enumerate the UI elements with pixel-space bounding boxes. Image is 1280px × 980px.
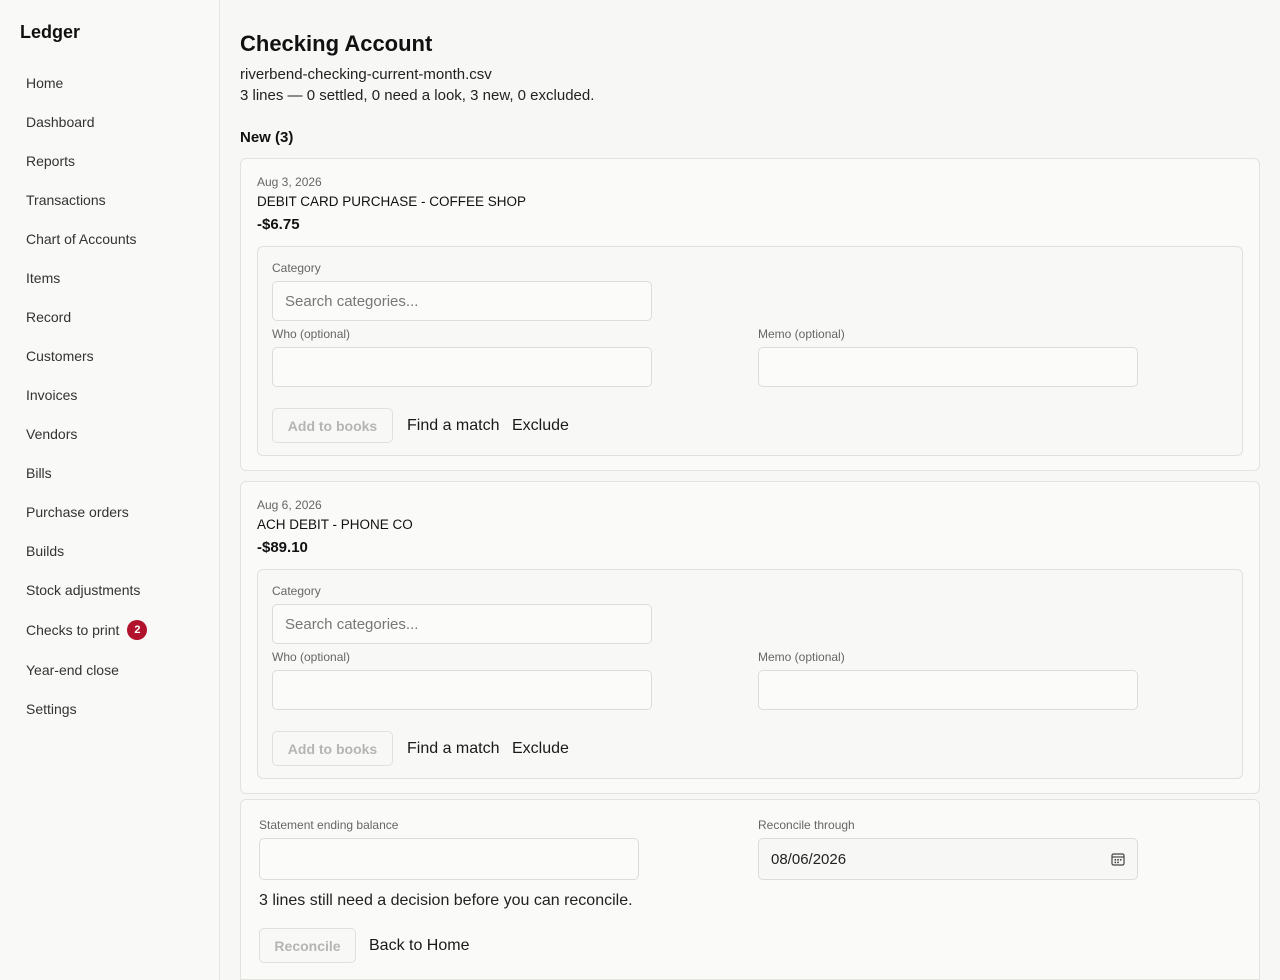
sidebar-item-customers[interactable]: Customers [0,336,219,375]
sidebar-item-items[interactable]: Items [0,258,219,297]
transaction-date: Aug 6, 2026 [257,498,322,512]
memo-input[interactable] [758,670,1138,710]
sidebar-item-label: Home [26,74,64,91]
sidebar-item-label: Vendors [26,425,78,442]
transaction-card: Aug 3, 2026 DEBIT CARD PURCHASE - COFFEE… [240,158,1260,471]
sidebar-item-label: Checks to print [26,621,120,638]
category-search-input[interactable] [272,604,652,644]
categorize-form: Category Who (optional) Memo (optional) … [257,569,1243,779]
sidebar-item-label: Customers [26,347,94,364]
sidebar-item-label: Reports [26,152,76,169]
exclude-button[interactable]: Exclude [512,417,569,435]
sidebar-item-label: Dashboard [26,113,95,130]
memo-label: Memo (optional) [758,650,845,664]
sidebar-item-year-end-close[interactable]: Year-end close [0,650,219,689]
sidebar-item-settings[interactable]: Settings [0,689,219,728]
sidebar-item-label: Bills [26,464,52,481]
statement-balance-label: Statement ending balance [259,818,399,832]
add-to-books-button[interactable]: Add to books [272,731,393,766]
transaction-amount: -$6.75 [257,216,300,233]
transaction-amount: -$89.10 [257,539,308,556]
sidebar-item-record[interactable]: Record [0,297,219,336]
who-label: Who (optional) [272,327,351,341]
transaction-card: Aug 6, 2026 ACH DEBIT - PHONE CO -$89.10… [240,481,1260,794]
category-label: Category [272,261,321,275]
who-input[interactable] [272,670,652,710]
transaction-description: ACH DEBIT - PHONE CO [257,517,413,532]
category-search-input[interactable] [272,281,652,321]
transaction-description: DEBIT CARD PURCHASE - COFFEE SHOP [257,194,527,209]
memo-input[interactable] [758,347,1138,387]
app-brand: Ledger [20,22,81,42]
categorize-form: Category Who (optional) Memo (optional) … [257,246,1243,456]
reconcile-panel: Statement ending balance Reconcile throu… [240,799,1260,980]
sidebar-item-checks-to-print[interactable]: Checks to print 2 [0,609,219,650]
sidebar-item-dashboard[interactable]: Dashboard [0,102,219,141]
sidebar-item-label: Settings [26,700,77,717]
sidebar-item-label: Purchase orders [26,503,129,520]
sidebar: Ledger Home Dashboard Reports Transactio… [0,0,220,980]
who-input[interactable] [272,347,652,387]
sidebar-item-vendors[interactable]: Vendors [0,414,219,453]
sidebar-item-home[interactable]: Home [0,63,219,102]
find-match-button[interactable]: Find a match [407,417,499,435]
sidebar-item-label: Stock adjustments [26,581,141,598]
sidebar-item-builds[interactable]: Builds [0,531,219,570]
sidebar-item-label: Invoices [26,386,78,403]
reconcile-status-message: 3 lines still need a decision before you… [259,892,633,909]
sidebar-item-label: Year-end close [26,661,119,678]
sidebar-item-label: Builds [26,542,65,559]
category-label: Category [272,584,321,598]
sidebar-item-reports[interactable]: Reports [0,141,219,180]
import-file-name: riverbend-checking-current-month.csv [240,66,492,83]
sidebar-item-stock-adjustments[interactable]: Stock adjustments [0,570,219,609]
who-label: Who (optional) [272,650,351,664]
sidebar-item-label: Chart of Accounts [26,230,137,247]
sidebar-item-transactions[interactable]: Transactions [0,180,219,219]
sidebar-item-chart-of-accounts[interactable]: Chart of Accounts [0,219,219,258]
sidebar-item-bills[interactable]: Bills [0,453,219,492]
back-to-home-button[interactable]: Back to Home [369,937,469,955]
statement-balance-input[interactable] [259,838,639,880]
memo-label: Memo (optional) [758,327,845,341]
count-badge: 2 [127,619,148,640]
exclude-button[interactable]: Exclude [512,740,569,758]
transaction-date: Aug 3, 2026 [257,175,322,189]
import-summary: 3 lines — 0 settled, 0 need a look, 3 ne… [240,87,595,104]
reconcile-button[interactable]: Reconcile [259,928,356,963]
reconcile-through-value: 08/06/2026 [771,850,847,868]
reconcile-through-date-input[interactable]: 08/06/2026 [758,838,1138,880]
sidebar-item-purchase-orders[interactable]: Purchase orders [0,492,219,531]
calendar-icon[interactable] [1111,852,1125,866]
sidebar-item-label: Record [26,308,72,325]
sidebar-nav: Home Dashboard Reports Transactions Char… [0,63,219,728]
find-match-button[interactable]: Find a match [407,740,499,758]
add-to-books-button[interactable]: Add to books [272,408,393,443]
page-title: Checking Account [240,31,433,56]
section-heading-new: New (3) [240,129,294,146]
sidebar-item-invoices[interactable]: Invoices [0,375,219,414]
sidebar-item-label: Items [26,269,61,286]
reconcile-through-label: Reconcile through [758,818,855,832]
sidebar-item-label: Transactions [26,191,106,208]
